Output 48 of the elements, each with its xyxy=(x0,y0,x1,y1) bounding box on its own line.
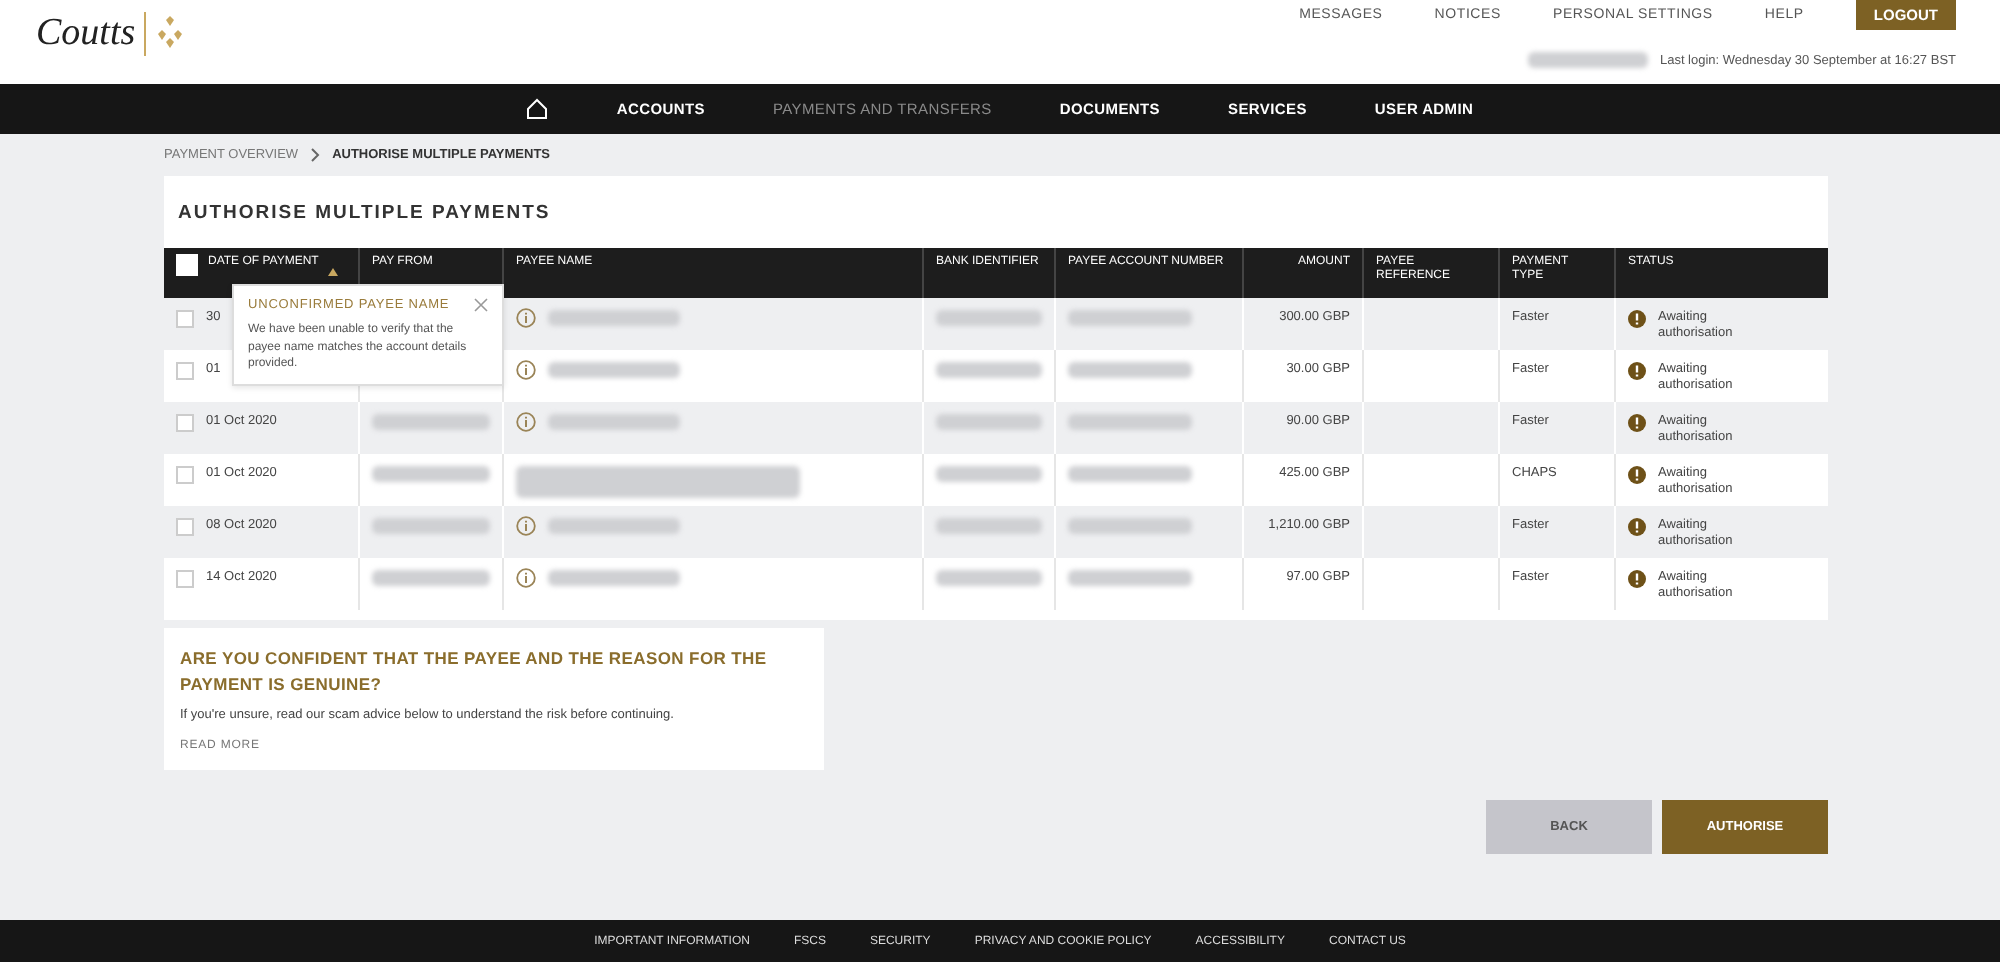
redacted-account-number xyxy=(1068,362,1192,378)
redacted-account-number xyxy=(1068,570,1192,586)
redacted-account xyxy=(372,570,490,586)
info-icon[interactable] xyxy=(516,516,536,536)
redacted-payee-name xyxy=(548,518,680,534)
redacted-username xyxy=(1527,52,1648,68)
redacted-account xyxy=(372,414,490,430)
info-icon[interactable] xyxy=(516,308,536,328)
panel-title: AUTHORISE MULTIPLE PAYMENTS xyxy=(176,200,553,228)
alert-icon xyxy=(1628,570,1646,588)
redacted-payee-name xyxy=(548,310,680,326)
redacted-account-number xyxy=(1068,414,1192,430)
redacted-bank-identifier xyxy=(936,362,1042,378)
logo-wordmark[interactable]: Coutts xyxy=(36,12,146,56)
redacted-account xyxy=(372,518,490,534)
redacted-bank-identifier xyxy=(936,310,1042,326)
close-icon[interactable] xyxy=(474,298,488,312)
home-icon[interactable] xyxy=(526,98,549,120)
redacted-payee-name xyxy=(548,362,680,378)
alert-icon xyxy=(1628,310,1646,328)
sort-icon[interactable] xyxy=(328,268,339,276)
redacted-bank-identifier xyxy=(936,466,1042,482)
redacted-account-number xyxy=(1068,310,1192,326)
crowns-icon xyxy=(153,16,186,52)
row-checkbox[interactable] xyxy=(176,518,194,536)
alert-icon xyxy=(1628,362,1646,380)
redacted-bank-identifier xyxy=(936,570,1042,586)
redacted-bank-identifier xyxy=(936,518,1042,534)
alert-icon xyxy=(1628,414,1646,432)
select-all-checkbox[interactable] xyxy=(176,254,198,276)
row-checkbox[interactable] xyxy=(176,570,194,588)
chevron-icon xyxy=(310,148,321,162)
alert-icon xyxy=(1628,466,1646,484)
alert-icon xyxy=(1628,518,1646,536)
row-checkbox[interactable] xyxy=(176,466,194,484)
info-icon[interactable] xyxy=(516,568,536,588)
redacted-payee-name xyxy=(548,414,680,430)
redacted-bank-identifier xyxy=(936,414,1042,430)
info-icon[interactable] xyxy=(516,360,536,380)
redacted-payee-name xyxy=(548,570,680,586)
redacted-account-number xyxy=(1068,518,1192,534)
redacted-account xyxy=(372,466,490,482)
row-checkbox[interactable] xyxy=(176,362,194,380)
row-checkbox[interactable] xyxy=(176,310,194,328)
row-checkbox[interactable] xyxy=(176,414,194,432)
warning-title: ARE YOU CONFIDENT THAT THE PAYEE AND THE REASON FOR THE PAYMENT IS GENUINE? xyxy=(180,646,769,698)
redacted-account-number xyxy=(1068,466,1192,482)
info-icon[interactable] xyxy=(516,412,536,432)
